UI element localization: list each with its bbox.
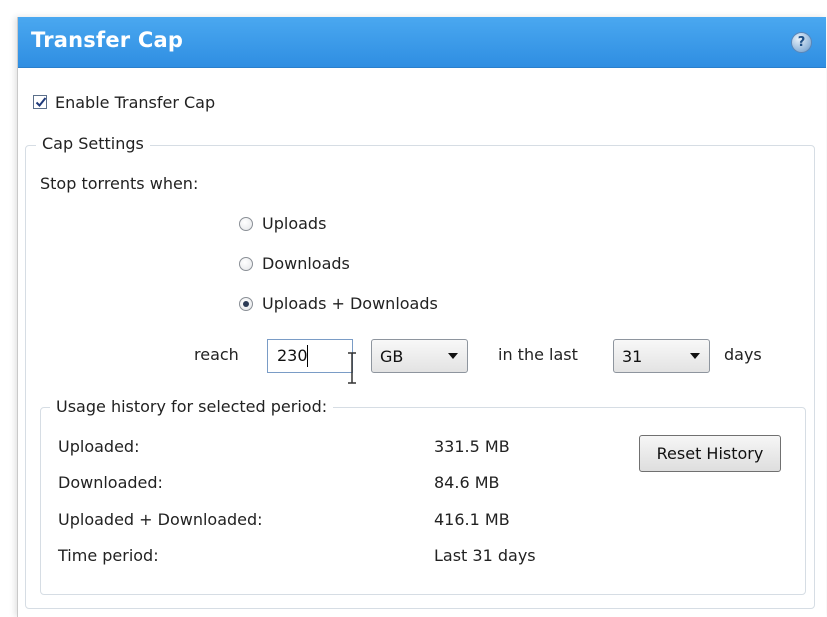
usage-value-time-period: Last 31 days	[434, 546, 536, 565]
usage-label-total: Uploaded + Downloaded:	[58, 510, 263, 529]
reach-label: reach	[194, 345, 239, 364]
reset-history-button[interactable]: Reset History	[639, 435, 781, 472]
usage-label-uploaded: Uploaded:	[58, 437, 140, 456]
usage-value-uploaded: 331.5 MB	[434, 437, 510, 456]
days-label: days	[724, 345, 762, 364]
enable-transfer-cap-label[interactable]: Enable Transfer Cap	[55, 93, 215, 112]
days-select-value: 31	[622, 347, 643, 366]
cap-settings-legend: Cap Settings	[36, 134, 150, 153]
chevron-down-icon	[448, 353, 458, 359]
radio-downloads-label[interactable]: Downloads	[262, 254, 350, 273]
title-bar: Transfer Cap ?	[18, 17, 826, 68]
question-mark-icon[interactable]: ?	[791, 32, 812, 53]
radio-uploads-downloads[interactable]	[239, 297, 253, 311]
usage-value-downloaded: 84.6 MB	[434, 473, 500, 492]
panel-title: Transfer Cap	[31, 28, 184, 52]
usage-label-time-period: Time period:	[58, 546, 159, 565]
radio-selected-dot	[243, 301, 249, 307]
unit-select-value: GB	[380, 347, 404, 366]
in-the-last-label: in the last	[498, 345, 578, 364]
unit-select[interactable]: GB	[371, 339, 468, 373]
radio-uploads-downloads-label[interactable]: Uploads + Downloads	[262, 294, 438, 313]
radio-uploads-label[interactable]: Uploads	[262, 214, 326, 233]
stop-torrents-label: Stop torrents when:	[40, 174, 199, 193]
enable-transfer-cap-checkbox[interactable]	[33, 95, 47, 109]
text-caret	[307, 345, 308, 367]
days-select[interactable]: 31	[613, 339, 710, 373]
usage-history-legend: Usage history for selected period:	[50, 397, 334, 416]
chevron-down-icon	[690, 353, 700, 359]
radio-downloads[interactable]	[239, 257, 253, 271]
cap-amount-input[interactable]: 230	[267, 339, 353, 373]
usage-label-downloaded: Downloaded:	[58, 473, 163, 492]
checkmark-icon	[35, 97, 47, 107]
usage-value-total: 416.1 MB	[434, 510, 510, 529]
ibeam-cursor-icon	[348, 352, 356, 384]
transfer-cap-panel: Transfer Cap ? Enable Transfer Cap Cap S…	[17, 17, 826, 617]
radio-uploads[interactable]	[239, 217, 253, 231]
